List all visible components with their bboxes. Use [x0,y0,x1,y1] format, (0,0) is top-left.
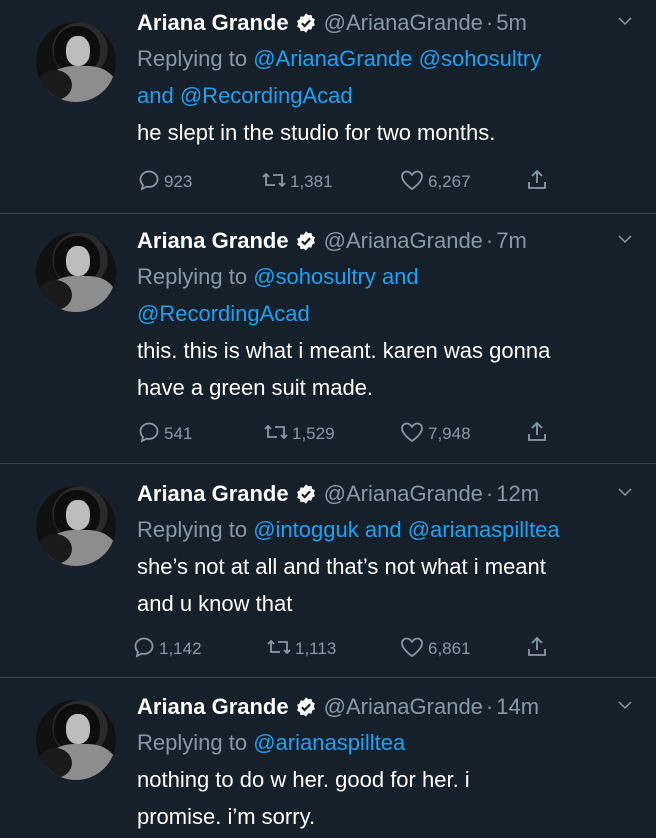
replying-label: Replying to [137,517,248,542]
retweet-count: 1,529 [292,424,335,443]
reply-count: 923 [164,172,193,191]
separator-dot: · [485,10,494,35]
reply-count: 1,142 [159,639,202,658]
chevron-down-icon[interactable] [616,696,634,719]
like-button[interactable]: 6,861 [399,634,471,664]
separator-dot: · [485,228,494,253]
like-count: 7,948 [428,424,471,443]
share-icon [525,635,552,664]
mention-link[interactable]: @RecordingAcad [180,83,353,108]
retweet-icon [263,420,292,449]
mention-and[interactable]: and [365,517,402,542]
reply-icon [137,168,164,197]
mention-link[interactable]: @ArianaGrande @sohosultry [253,46,541,71]
mention-link[interactable]: @intogguk [253,517,359,542]
tweet[interactable]: Ariana Grande @ArianaGrande · 5m Replyin… [0,0,656,214]
share-button[interactable] [525,167,552,197]
retweet-button[interactable]: 1,529 [263,419,335,449]
mention-link[interactable]: @sohosultry [253,264,376,289]
retweet-count: 1,113 [295,639,337,658]
timestamp[interactable]: 12m [496,481,539,507]
replying-to: Replying to @sohosultry and @RecordingAc… [137,258,636,332]
display-name[interactable]: Ariana Grande [137,228,289,254]
tweet-text-line: this. this is what i meant. karen was go… [137,338,551,363]
tweet[interactable]: Ariana Grande @ArianaGrande · 7m Replyin… [0,214,656,464]
like-count: 6,267 [428,172,471,191]
tweet-header: Ariana Grande @ArianaGrande · 5m [137,6,636,40]
retweet-icon [261,168,290,197]
verified-badge-icon [295,12,317,34]
tweet-feed: Ariana Grande @ArianaGrande · 5m Replyin… [0,0,656,838]
tweet-text-line: he slept in the studio for two months. [137,120,496,145]
chevron-down-icon[interactable] [616,483,634,506]
replying-label: Replying to [137,730,248,755]
user-handle[interactable]: @ArianaGrande [324,228,483,254]
separator-dot: · [485,481,494,506]
chevron-down-icon[interactable] [616,230,634,253]
timestamp[interactable]: 14m [496,694,539,720]
like-button[interactable]: 6,267 [399,167,471,197]
avatar[interactable] [36,232,116,312]
retweet-count: 1,381 [290,172,333,191]
reply-button[interactable]: 923 [137,167,192,197]
replying-label: Replying to [137,46,248,71]
display-name[interactable]: Ariana Grande [137,10,289,36]
avatar[interactable] [36,700,116,780]
heart-icon [399,635,428,664]
reply-button[interactable]: 541 [137,419,192,449]
like-button[interactable]: 7,948 [399,419,471,449]
share-icon [525,168,552,197]
timestamp[interactable]: 5m [496,10,527,36]
tweet-text-line: and u know that [137,591,293,616]
tweet-text-line: she’s not at all and that’s not what i m… [137,554,546,579]
tweet[interactable]: Ariana Grande @ArianaGrande · 12m Replyi… [0,464,656,678]
verified-badge-icon [295,230,317,252]
separator-dot: · [485,694,494,719]
share-icon [525,420,552,449]
tweet-text-line: nothing to do w her. good for her. i [137,767,470,792]
heart-icon [399,420,428,449]
reply-button[interactable]: 1,142 [132,634,202,664]
tweet-header: Ariana Grande @ArianaGrande · 14m [137,690,636,724]
mention-link[interactable]: @arianaspilltea [408,517,560,542]
mention-link[interactable]: @RecordingAcad [137,301,310,326]
heart-icon [399,168,428,197]
tweet-text: he slept in the studio for two months. [137,114,636,151]
mention-link[interactable]: @arianaspilltea [253,730,405,755]
display-name[interactable]: Ariana Grande [137,481,289,507]
user-handle[interactable]: @ArianaGrande [324,481,483,507]
avatar[interactable] [36,22,116,102]
tweet-text-line: promise. i’m sorry. [137,804,316,829]
replying-to: Replying to @arianaspilltea [137,724,636,761]
user-handle[interactable]: @ArianaGrande [324,694,483,720]
tweet-header: Ariana Grande @ArianaGrande · 12m [137,477,636,511]
reply-icon [132,635,159,664]
verified-badge-icon [295,483,317,505]
tweet[interactable]: Ariana Grande @ArianaGrande · 14m Replyi… [0,678,656,838]
mention-and[interactable]: and [382,264,419,289]
reply-count: 541 [164,424,193,443]
replying-to: Replying to @ArianaGrande @sohosultry an… [137,40,636,114]
replying-label: Replying to [137,264,248,289]
user-handle[interactable]: @ArianaGrande [324,10,483,36]
avatar[interactable] [36,486,116,566]
share-button[interactable] [525,419,552,449]
reply-icon [137,420,164,449]
share-button[interactable] [525,634,552,664]
display-name[interactable]: Ariana Grande [137,694,289,720]
like-count: 6,861 [428,639,471,658]
retweet-button[interactable]: 1,381 [261,167,333,197]
mention-and[interactable]: and [137,83,174,108]
tweet-text: this. this is what i meant. karen was go… [137,332,636,406]
tweet-header: Ariana Grande @ArianaGrande · 7m [137,224,636,258]
tweet-text: nothing to do w her. good for her. i pro… [137,761,636,835]
chevron-down-icon[interactable] [616,12,634,35]
tweet-text: she’s not at all and that’s not what i m… [137,548,636,622]
verified-badge-icon [295,696,317,718]
retweet-icon [266,635,295,664]
replying-to: Replying to @intogguk and @arianaspillte… [137,511,636,548]
tweet-text-line: have a green suit made. [137,375,374,400]
timestamp[interactable]: 7m [496,228,527,254]
retweet-button[interactable]: 1,113 [266,634,336,664]
